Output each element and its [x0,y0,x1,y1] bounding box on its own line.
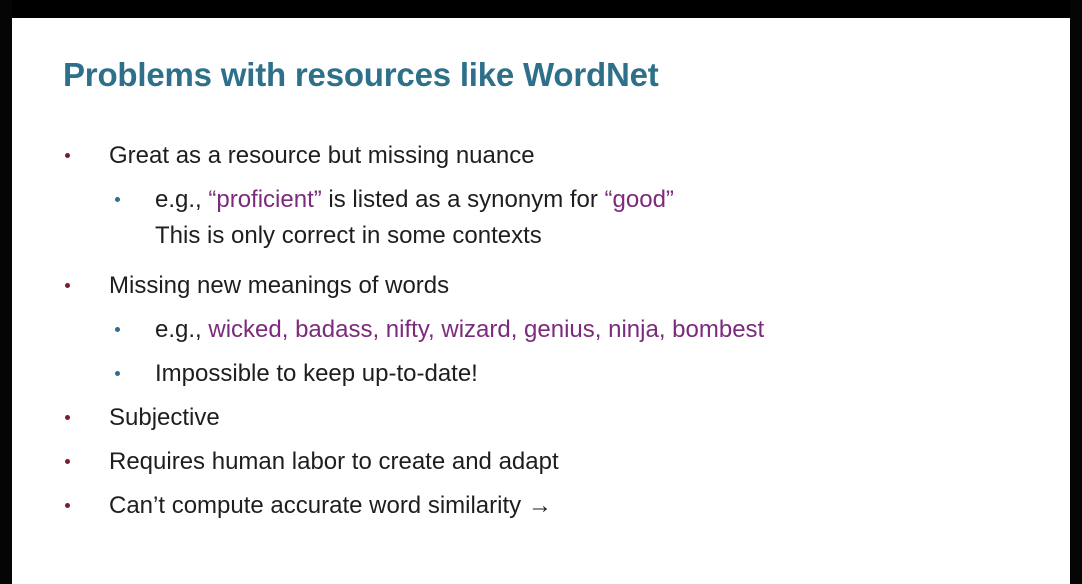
bullet-item: Can’t compute accurate word similarity → [64,490,1044,534]
continuation-text: This is only correct in some contexts [155,222,542,249]
bullet-dot [65,459,70,464]
sub-bullet-item: Impossible to keep up-to-date! [64,358,1044,402]
slide: Problems with resources like WordNet Gre… [12,18,1070,584]
sub-bullet-item: e.g., “proficient” is listed as a synony… [64,184,1044,224]
bullet-text: Great as a resource but missing nuance [109,142,535,169]
highlight-term: “proficient” [208,186,322,213]
bullet-dot [65,153,70,158]
sub-bullet-item: e.g., wicked, badass, nifty, wizard, gen… [64,314,1044,358]
sub-bullet-dot [115,327,120,332]
sub-bullet-dot [115,371,120,376]
bullet-item: Great as a resource but missing nuance [64,140,1044,184]
bullet-text: Can’t compute accurate word similarity → [109,492,552,519]
bullet-text: Missing new meanings of words [109,272,450,299]
highlight-terms: wicked, badass, nifty, wizard, genius, n… [208,316,765,343]
bullet-item: Missing new meanings of words [64,270,1044,314]
bullet-item: Subjective [64,402,1044,446]
video-frame-right [1070,0,1082,584]
bullet-dot [65,415,70,420]
video-frame-left [0,0,12,584]
slide-title: Problems with resources like WordNet [63,56,659,93]
bullet-text: Subjective [109,404,220,431]
video-frame-top [0,0,1082,18]
sub-bullet-dot [115,197,120,202]
sub-bullet-continuation: This is only correct in some contexts [64,222,1044,270]
bullet-text: Requires human labor to create and adapt [109,448,559,475]
example-prefix: e.g., [155,186,209,213]
highlight-term: “good” [604,186,674,213]
sub-bullet-text: Impossible to keep up-to-date! [155,360,478,387]
sub-bullet-middle-text: is listed as a synonym for [321,186,605,213]
example-prefix: e.g., [155,316,209,343]
bullet-list: Great as a resource but missing nuance e… [64,140,1044,534]
sub-bullet-text: e.g., wicked, badass, nifty, wizard, gen… [155,314,764,346]
bullet-item: Requires human labor to create and adapt [64,446,1044,490]
sub-bullet-text: e.g., “proficient” is listed as a synony… [155,184,674,216]
bullet-dot [65,283,70,288]
bullet-dot [65,503,70,508]
